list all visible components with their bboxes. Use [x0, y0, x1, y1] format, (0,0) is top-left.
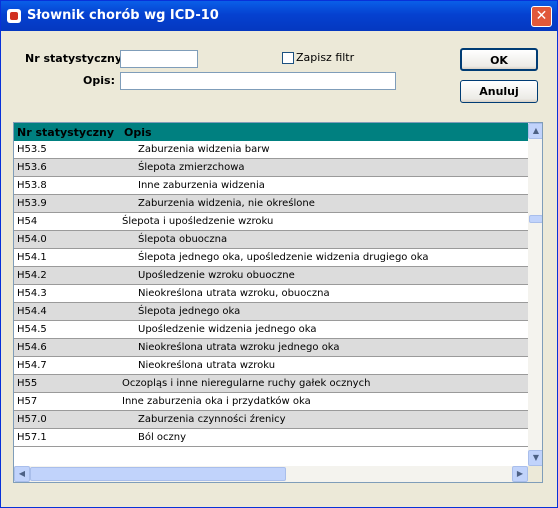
table-row[interactable]: H57.0 Zaburzenia czynności źrenicy [14, 411, 528, 429]
cell-code: H54.4 [17, 306, 47, 317]
close-button[interactable]: ✕ [531, 6, 552, 27]
cell-code: H57.0 [17, 414, 47, 425]
cell-code: H54.7 [17, 360, 47, 371]
horizontal-scrollbar[interactable]: ◀ ▶ [14, 466, 528, 482]
table-row[interactable]: H57.1 Ból oczny [14, 429, 528, 447]
grid-header: Nr statystyczny Opis [14, 123, 528, 141]
table-row[interactable]: H54.7 Nieokreślona utrata wzroku [14, 357, 528, 375]
vertical-scroll-thumb[interactable] [529, 215, 542, 223]
table-row[interactable]: H54.3 Nieokreślona utrata wzroku, obuoczn… [14, 285, 528, 303]
cell-code: H54.1 [17, 252, 47, 263]
nr-statystyczny-input[interactable] [120, 50, 198, 68]
cell-code: H53.6 [17, 162, 47, 173]
cell-description: Nieokreślona utrata wzroku [138, 360, 276, 371]
opis-label: Opis: [83, 74, 115, 87]
dialog-window: Słownik chorób wg ICD-10 ✕ Nr statystycz… [0, 0, 558, 508]
table-row[interactable]: H54.6 Nieokreślona utrata wzroku jednego … [14, 339, 528, 357]
table-row[interactable]: H54.5 Upośledzenie widzenia jednego oka [14, 321, 528, 339]
table-row[interactable]: H54.4 Ślepota jednego oka [14, 303, 528, 321]
cell-code: H54.0 [17, 234, 47, 245]
ok-button[interactable]: OK [460, 48, 538, 71]
scroll-down-icon[interactable]: ▼ [528, 450, 542, 466]
save-filter-checkbox[interactable] [282, 52, 294, 64]
table-row[interactable]: H53.5 Zaburzenia widzenia barw [14, 141, 528, 159]
cell-description: Nieokreślona utrata wzroku jednego oka [138, 342, 340, 353]
cell-description: Oczopląs i inne nieregularne ruchy gałek… [122, 378, 371, 389]
app-icon [7, 9, 21, 23]
cell-description: Ślepota jednego oka [138, 306, 241, 317]
grid-rows: H53.5 Zaburzenia widzenia barw H53.6 Ślepot… [14, 141, 528, 447]
cell-description: Zaburzenia widzenia, nie określone [138, 198, 315, 209]
save-filter-label: Zapisz filtr [296, 51, 355, 64]
cell-code: H57.1 [17, 432, 47, 443]
cell-description: Inne zaburzenia oka i przydatków oka [122, 396, 311, 407]
cell-description: Ból oczny [138, 432, 187, 443]
table-row[interactable]: H53.8 Inne zaburzenia widzenia [14, 177, 528, 195]
cell-description: Inne zaburzenia widzenia [138, 180, 265, 191]
window-title: Słownik chorób wg ICD-10 [27, 8, 219, 23]
table-row[interactable]: H57 Inne zaburzenia oka i przydatków oka [14, 393, 528, 411]
horizontal-scroll-thumb[interactable] [30, 467, 286, 481]
icd-grid[interactable]: Nr statystyczny Opis H53.5 Zaburzenia wid… [13, 122, 543, 483]
scrollbar-corner [528, 466, 542, 482]
vertical-scrollbar[interactable]: ▲ ▼ [528, 123, 542, 466]
opis-input[interactable] [120, 72, 396, 90]
cell-code: H53.9 [17, 198, 47, 209]
nr-statystyczny-label: Nr statystyczny: [25, 52, 127, 65]
cell-description: Nieokreślona utrata wzroku, obuoczna [138, 288, 330, 299]
table-row[interactable]: H54.0 Ślepota obuoczna [14, 231, 528, 249]
cell-description: Ślepota jednego oka, upośledzenie widzen… [138, 252, 429, 263]
column-header-description[interactable]: Opis [124, 126, 152, 139]
cancel-button[interactable]: Anuluj [460, 80, 538, 103]
table-row[interactable]: H54.2 Upośledzenie wzroku obuoczne [14, 267, 528, 285]
cell-description: Upośledzenie widzenia jednego oka [138, 324, 317, 335]
table-row[interactable]: H53.9 Zaburzenia widzenia, nie określone [14, 195, 528, 213]
cell-description: Zaburzenia czynności źrenicy [138, 414, 286, 425]
table-row[interactable]: H54 Ślepota i upośledzenie wzroku [14, 213, 528, 231]
title-bar[interactable]: Słownik chorób wg ICD-10 ✕ [1, 1, 557, 31]
cell-code: H54.3 [17, 288, 47, 299]
cell-description: Ślepota zmierzchowa [138, 162, 245, 173]
cell-code: H54.5 [17, 324, 47, 335]
table-row[interactable]: H54.1 Ślepota jednego oka, upośledzenie w… [14, 249, 528, 267]
cell-code: H54.2 [17, 270, 47, 281]
cell-code: H53.8 [17, 180, 47, 191]
scroll-left-icon[interactable]: ◀ [14, 466, 30, 482]
cell-code: H53.5 [17, 144, 47, 155]
table-row[interactable]: H55 Oczopląs i inne nieregularne ruchy ga… [14, 375, 528, 393]
cell-description: Upośledzenie wzroku obuoczne [138, 270, 295, 281]
scroll-right-icon[interactable]: ▶ [512, 466, 528, 482]
cell-description: Zaburzenia widzenia barw [138, 144, 270, 155]
cell-code: H54 [17, 216, 38, 227]
cell-code: H54.6 [17, 342, 47, 353]
column-header-code[interactable]: Nr statystyczny [17, 126, 114, 139]
cell-description: Ślepota i upośledzenie wzroku [122, 216, 274, 227]
scroll-up-icon[interactable]: ▲ [528, 123, 542, 139]
table-row[interactable]: H53.6 Ślepota zmierzchowa [14, 159, 528, 177]
cell-description: Ślepota obuoczna [138, 234, 228, 245]
cell-code: H57 [17, 396, 38, 407]
cell-code: H55 [17, 378, 38, 389]
